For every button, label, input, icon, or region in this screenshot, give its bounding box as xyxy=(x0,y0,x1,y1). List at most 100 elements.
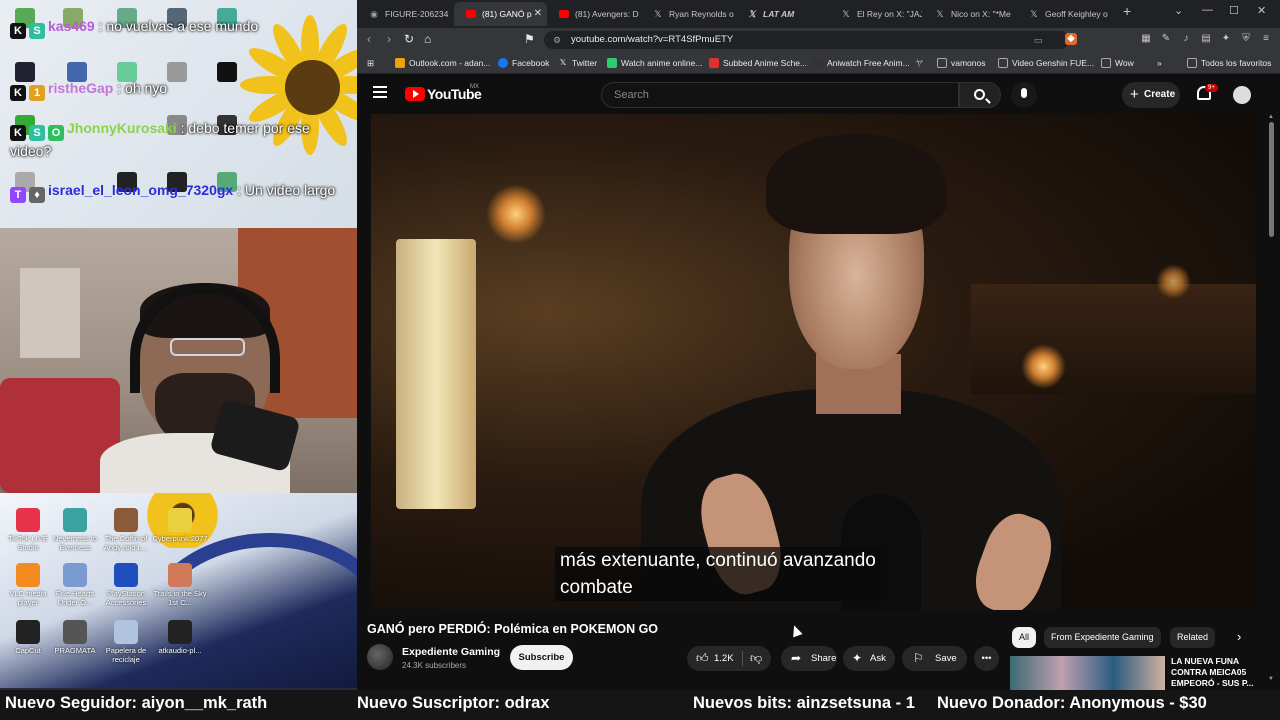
x-icon: 𝕏 xyxy=(748,9,756,19)
thumbs-up-icon[interactable]: 👍︎ xyxy=(696,646,709,671)
extension-icon[interactable]: ▦ xyxy=(1140,33,1152,45)
recommended-thumbnail[interactable] xyxy=(1010,656,1165,690)
tab[interactable]: 𝕏 Geoff Keighley o xyxy=(1017,2,1117,26)
all-bookmarks-folder[interactable]: Todos los favoritos xyxy=(1187,52,1271,74)
bookmark-folder-vamonos[interactable]: vamonos xyxy=(937,52,986,74)
address-bar[interactable]: ⚙ youtube.com/watch?v=RT4SfPmuETY ▭ xyxy=(544,31,1069,49)
scroll-up-icon[interactable]: ▲ xyxy=(1268,114,1274,120)
close-window-button[interactable]: ✕ xyxy=(1257,4,1266,17)
wallet-icon[interactable]: ▤ xyxy=(1200,33,1212,45)
region-code: MX xyxy=(470,84,479,90)
more-actions-button[interactable]: ••• xyxy=(974,646,999,671)
desktop-shortcut[interactable]: Cyberpunk 2077 xyxy=(152,508,208,543)
scrollbar-thumb[interactable] xyxy=(1269,122,1274,237)
bookmark-outlook[interactable]: Outlook.com - adan... xyxy=(395,52,490,74)
chat-username: ristheGap xyxy=(48,80,114,96)
bookmark-folder-wow[interactable]: Wow xyxy=(1101,52,1134,74)
youtube-page: YouTube MX +Create 9+ xyxy=(357,74,1280,690)
tab-active[interactable]: (81) GANÓ p ✕ xyxy=(454,2,547,26)
x-icon: 𝕏 xyxy=(559,58,567,67)
desktop-shortcut-label: Neverness to Everness xyxy=(52,534,98,552)
folder-icon xyxy=(998,58,1008,68)
twitch-badge-icon: T xyxy=(10,187,26,203)
tab-search-icon[interactable]: ⌄ xyxy=(1174,4,1183,17)
tab[interactable]: 𝕏 Nico on X: "*Me xyxy=(923,2,1016,26)
hamburger-menu-icon[interactable] xyxy=(373,86,387,98)
desktop-shortcut[interactable]: PlayStation Accessories xyxy=(98,563,154,607)
chip-all[interactable]: All xyxy=(1012,627,1037,648)
search-input[interactable] xyxy=(602,83,958,107)
bookmark-icon[interactable]: ヤ xyxy=(915,52,924,74)
desktop-shortcut[interactable]: The Coffin of Andy and L... xyxy=(98,508,154,552)
sparkle-icon[interactable]: ✦ xyxy=(1220,33,1232,45)
chat-message: K Skas469 : no vuelvas a ese mundo xyxy=(10,16,340,39)
cast-icon[interactable]: ▭ xyxy=(1034,31,1043,49)
maximize-button[interactable]: ☐ xyxy=(1229,4,1239,17)
bookmark-subbed-anime[interactable]: Subbed Anime Sche... xyxy=(709,52,807,74)
like-count[interactable]: 1.2K xyxy=(714,646,734,671)
desktop-shortcut-label: Trails in the Sky 1st C... xyxy=(153,589,207,607)
site-info-icon[interactable]: ⚙ xyxy=(553,31,561,49)
close-tab-icon[interactable]: ✕ xyxy=(534,2,542,26)
ask-button[interactable]: ✦ Ask xyxy=(843,646,895,671)
channel-name[interactable]: Expediente Gaming xyxy=(402,646,500,658)
x-icon: 𝕏 xyxy=(654,9,662,19)
chat-text: Un video largo xyxy=(244,182,336,198)
desktop-shortcut[interactable]: Neverness to Everness xyxy=(47,508,103,552)
bookmark-aniwatch[interactable]: Aniwatch Free Anim... xyxy=(813,52,910,74)
vpn-icon[interactable]: ⛨ xyxy=(1240,33,1252,45)
video-title: GANÓ pero PERDIÓ: Polémica en POKEMON GO xyxy=(367,622,659,636)
share-button[interactable]: ➦ Share xyxy=(781,646,837,671)
bookmark-folder-genshin[interactable]: Video Genshin FUE... xyxy=(998,52,1094,74)
desktop-shortcut[interactable]: atkaudio-pl... xyxy=(152,620,208,655)
new-follower-alert: Nuevo Seguidor: aiyon__mk_rath xyxy=(5,694,268,712)
chip-related[interactable]: Related xyxy=(1170,627,1216,648)
apps-icon[interactable]: ⊞ xyxy=(367,52,374,74)
chip-from-channel[interactable]: From Expediente Gaming xyxy=(1044,627,1161,648)
search-button[interactable] xyxy=(959,82,1001,108)
youtube-logo-icon[interactable] xyxy=(405,87,425,101)
music-icon[interactable]: ♪ xyxy=(1180,33,1192,45)
subscribe-button[interactable]: Subscribe xyxy=(510,645,573,670)
gift-badge-icon: 1 xyxy=(29,85,45,101)
desktop-shortcut[interactable]: Trails in the Sky 1st C... xyxy=(152,563,208,607)
page-scrollbar[interactable]: ▲ ▼ xyxy=(1268,114,1276,684)
bookmark-facebook[interactable]: Facebook xyxy=(498,52,549,74)
recommended-title[interactable]: LA NUEVA FUNA CONTRA MEICA05 EMPEORÓ - S… xyxy=(1171,656,1271,689)
bookmark-watch-anime[interactable]: Watch anime online... xyxy=(607,52,702,74)
desktop-shortcut[interactable]: Five Hearts Under O... xyxy=(47,563,103,607)
stream-alerts-ticker: Nuevo Seguidor: aiyon__mk_rath Nuevo Sus… xyxy=(0,690,1280,720)
thumbs-down-icon[interactable]: 👎︎ xyxy=(750,646,762,671)
more-bookmarks-icon[interactable]: » xyxy=(1157,52,1162,74)
bookmark-twitter[interactable]: 𝕏 Twitter xyxy=(558,52,597,74)
tab[interactable]: 𝕏 Ryan Reynolds o xyxy=(641,2,734,26)
new-tab-button[interactable]: + xyxy=(1123,3,1131,19)
account-avatar[interactable] xyxy=(1233,86,1251,104)
folder-icon xyxy=(937,58,947,68)
menu-icon[interactable]: ≡ xyxy=(1260,33,1272,45)
chevron-right-icon[interactable]: › xyxy=(1237,629,1241,644)
desktop-shortcut-label: PRAGMATA xyxy=(54,646,96,655)
video-player[interactable]: más extenuante, continuó avanzando comba… xyxy=(371,114,1256,610)
home-button[interactable]: ⌂ xyxy=(424,32,431,46)
save-button[interactable]: ⚐ Save xyxy=(902,646,967,671)
tab[interactable]: 𝕏 El Rey on X: "JAJ xyxy=(829,2,922,26)
forward-button[interactable]: › xyxy=(387,32,391,46)
tab[interactable]: ◉ FIGURE-206234 xyxy=(357,2,449,26)
tab[interactable]: 𝕏 LAT AM xyxy=(735,2,828,26)
back-button[interactable]: ‹ xyxy=(367,32,371,46)
channel-avatar[interactable] xyxy=(367,644,393,670)
search-box[interactable] xyxy=(601,82,959,108)
desktop-shortcut[interactable]: Papelera de reciclaje xyxy=(98,620,154,664)
minimize-button[interactable]: — xyxy=(1202,4,1213,16)
create-button[interactable]: + Create xyxy=(1122,82,1180,108)
desktop-shortcut[interactable]: PRAGMATA xyxy=(47,620,103,655)
tab[interactable]: (81) Avengers: D xyxy=(547,2,640,26)
extension-icon[interactable]: ✎ xyxy=(1160,33,1172,45)
bookmark-icon[interactable]: ⚑ xyxy=(524,32,535,46)
app-icon xyxy=(16,508,40,532)
brave-shield-icon[interactable]: ◆ xyxy=(1065,33,1077,45)
reload-button[interactable]: ↻ xyxy=(404,32,414,46)
stream-overlay: K Skas469 : no vuelvas a ese mundo K 1 rist… xyxy=(0,0,357,690)
voice-search-button[interactable] xyxy=(1011,82,1037,108)
